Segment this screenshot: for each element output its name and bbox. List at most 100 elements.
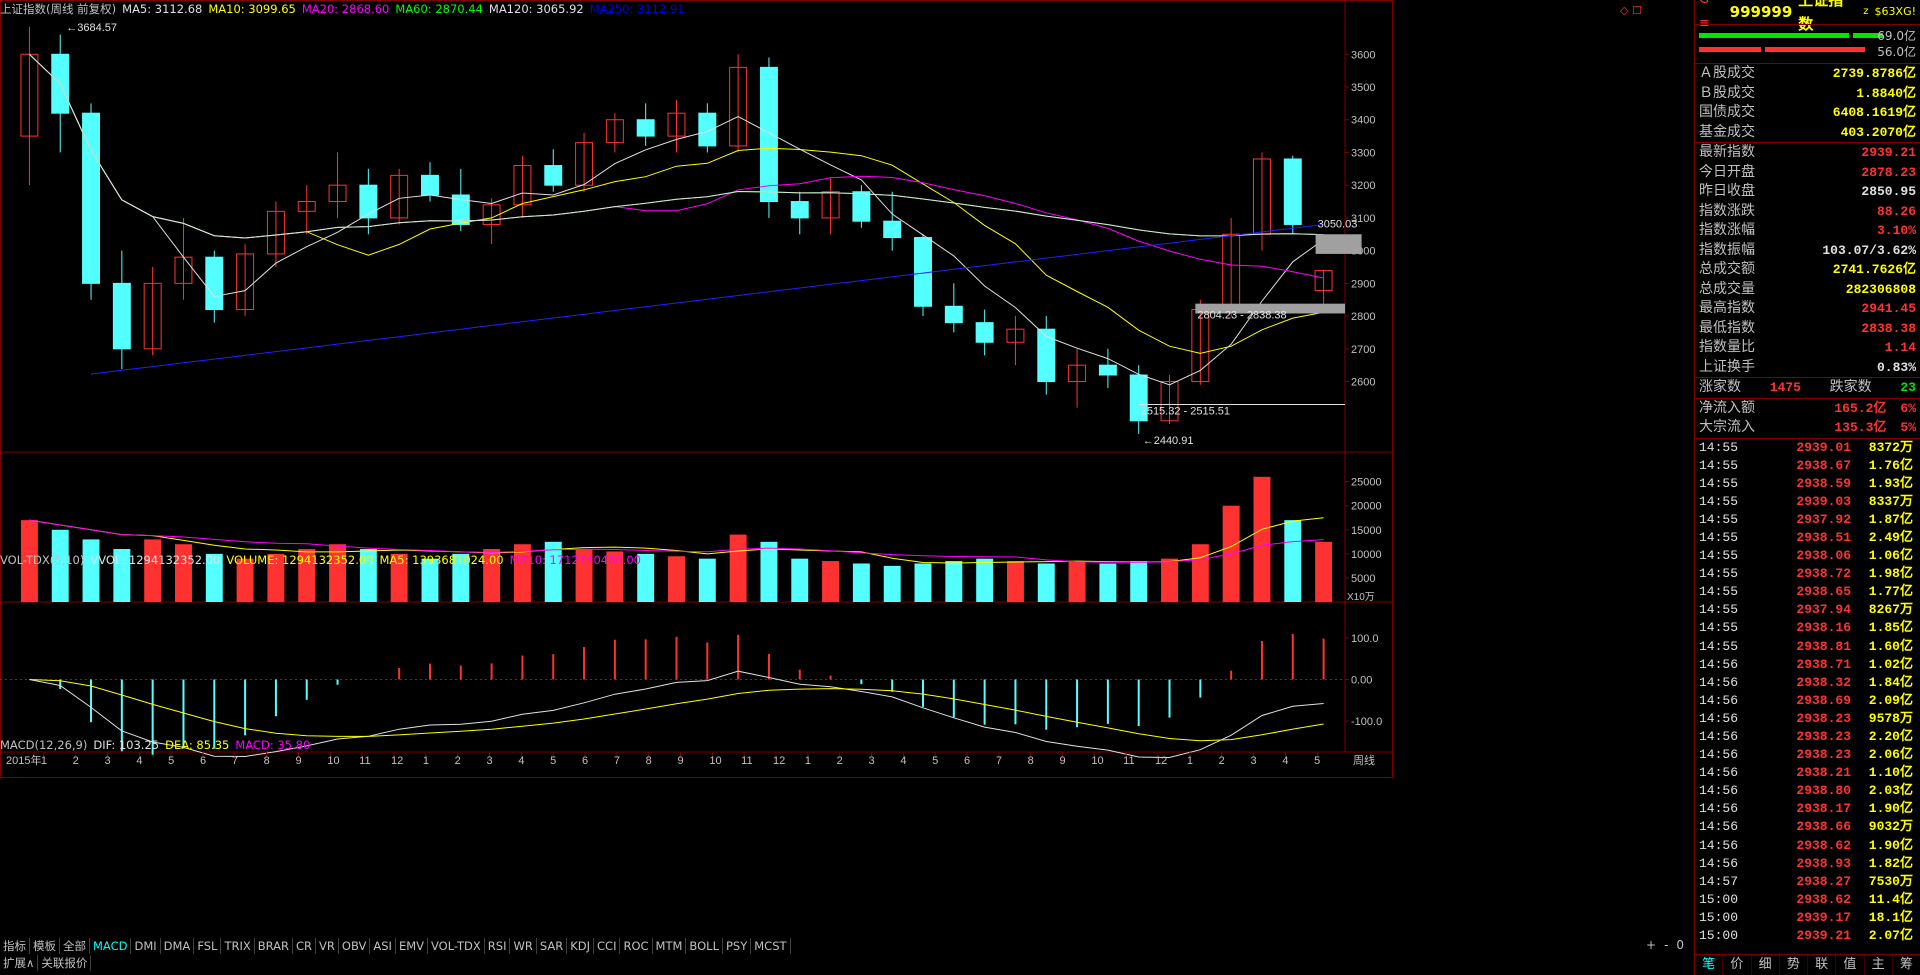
quote-row: 最低指数 2838.38 [1695, 319, 1920, 339]
tick-volume: 2.07亿 [1868, 928, 1913, 944]
indicator-tab-roc[interactable]: ROC [620, 938, 653, 954]
indicator-tab-cci[interactable]: CCI [594, 938, 621, 954]
gap-box-upper [1315, 234, 1362, 254]
tick-volume: 2.03亿 [1868, 783, 1913, 799]
tick-row: 15:00 2939.21 2.07亿 [1695, 927, 1920, 945]
indicator-tab-brar[interactable]: BRAR [255, 938, 294, 954]
tick-row: 14:56 2938.23 9578万 [1695, 710, 1920, 728]
volume-legend: VOL-TDX(5,10) VVOL: 1294132352.00 VOLUME: … [0, 553, 647, 568]
quote-tab-1[interactable]: 价 [1723, 955, 1752, 975]
stock-header[interactable]: G ≡ 999999 上证指数 z $63XG! [1695, 0, 1920, 33]
candle-body [759, 66, 778, 203]
restore-icon[interactable]: ◇ [1620, 4, 1628, 17]
indicator-tab-asi[interactable]: ASI [370, 938, 396, 954]
tick-time: 14:55 [1699, 602, 1739, 618]
candle [821, 178, 840, 235]
tick-volume: 2.49亿 [1868, 529, 1913, 545]
indicator-tab-rsi[interactable]: RSI [485, 938, 511, 954]
indicator-tab-wr[interactable]: WR [510, 938, 537, 954]
indicator-tab-vol-tdx[interactable]: VOL-TDX [428, 938, 485, 954]
indicator-tab-fsl[interactable]: FSL [194, 938, 222, 954]
tick-time: 14:55 [1699, 529, 1739, 545]
tick-time: 14:56 [1699, 819, 1739, 835]
chart-area[interactable]: 3600 3500 3400 3300 3200 3100 3000 2900 2800 2700… [0, 0, 1694, 975]
ratio-bar-bottom-right [1765, 47, 1865, 52]
quote-label: 昨日收盘 [1699, 183, 1755, 199]
chart-frame [0, 0, 1393, 778]
quote-label: 指数涨幅 [1699, 222, 1755, 238]
candle [236, 244, 255, 317]
vol-legend-item: MA10: 1712740480.00 [509, 553, 642, 567]
y-axis-label: 3600 [1351, 49, 1375, 61]
expand-button[interactable]: 扩展∧ [0, 955, 39, 971]
candle [390, 168, 409, 225]
indicator-tab-psy[interactable]: PSY [723, 938, 752, 954]
indicator-tab-obv[interactable]: OBV [339, 938, 371, 954]
quote-tab-6[interactable]: 主 [1865, 955, 1893, 975]
quote-tab-4[interactable]: 联 [1808, 955, 1837, 975]
quote-row: 总成交量 282306808 [1695, 280, 1920, 300]
vol-y-label: 25000 [1351, 477, 1382, 489]
indicator-tab-mtm[interactable]: MTM [653, 938, 687, 954]
tick-row: 14:56 2938.21 1.10亿 [1695, 764, 1920, 782]
tick-row: 14:55 2938.16 1.85亿 [1695, 619, 1920, 637]
x-axis-label: 10 [327, 755, 339, 767]
vol-legend-item: MA5: 1393681024.00 [379, 553, 504, 567]
tab-template[interactable]: 模板 [30, 938, 60, 954]
zoom-reset-button[interactable]: 0 [1676, 938, 1684, 952]
x-axis-label: 4 [900, 755, 906, 767]
y-axis-label: 2800 [1351, 311, 1375, 323]
x-axis-label: 1 [41, 755, 47, 767]
quote-tab-7[interactable]: 筹 [1893, 955, 1920, 975]
indicator-tab-cr[interactable]: CR [293, 938, 317, 954]
indicator-tab-macd[interactable]: MACD [90, 938, 132, 954]
quote-value: 88.26 [1876, 203, 1916, 219]
tab-all[interactable]: 全部 [60, 938, 90, 954]
candle [359, 168, 378, 235]
related-quote-button[interactable]: 关联报价 [38, 955, 92, 971]
period-label[interactable]: 周线 [1353, 753, 1375, 767]
tick-row: 14:56 2938.80 2.03亿 [1695, 782, 1920, 800]
candle [1037, 316, 1056, 395]
tick-row: 14:55 2937.92 1.87亿 [1695, 511, 1920, 529]
quote-tab-5[interactable]: 值 [1836, 955, 1865, 975]
tick-volume: 1.76亿 [1868, 457, 1913, 473]
tab-indicator[interactable]: 指标 [0, 938, 30, 954]
zoom-in-button[interactable]: + [1646, 938, 1656, 952]
candle [112, 250, 131, 370]
ratio-bar-top [1699, 33, 1849, 38]
quote-tab-3[interactable]: 势 [1780, 955, 1808, 975]
x-axis-label: 8 [1028, 755, 1034, 767]
indicator-tab-dmi[interactable]: DMI [131, 938, 161, 954]
candle [174, 217, 193, 300]
tick-time: 14:56 [1699, 674, 1739, 690]
tick-price: 2937.94 [1796, 602, 1851, 618]
quote-tab-0[interactable]: 笔 [1695, 955, 1724, 975]
tick-time: 14:56 [1699, 692, 1739, 708]
tick-time: 15:00 [1699, 891, 1739, 907]
kline-chart[interactable]: 3600350034003300320031003000290028002700… [0, 0, 1694, 975]
close-icon[interactable]: ☐ [1632, 4, 1642, 17]
tick-price: 2938.32 [1796, 674, 1851, 690]
tick-row: 14:55 2939.01 8372万 [1695, 439, 1920, 457]
tick-list[interactable]: 14:55 2939.01 8372万 14:55 2938.67 1.76亿 14:55 2… [1695, 439, 1920, 946]
x-axis-label: 1 [1187, 755, 1193, 767]
indicator-tab-boll[interactable]: BOLL [686, 938, 723, 954]
quote-row: 总成交额 2741.7626亿 [1695, 260, 1920, 280]
tick-row: 15:00 2939.17 18.1亿 [1695, 909, 1920, 927]
zoom-out-button[interactable]: - [1664, 938, 1668, 952]
quote-tab-2[interactable]: 细 [1752, 955, 1780, 975]
indicator-tab-emv[interactable]: EMV [396, 938, 428, 954]
tick-volume: 11.4亿 [1868, 891, 1913, 907]
indicator-tab-vr[interactable]: VR [316, 938, 339, 954]
indicator-tab-kdj[interactable]: KDJ [567, 938, 595, 954]
chart-corner-icons[interactable]: ◇ ☐ [1620, 4, 1642, 17]
indicator-tab-dma[interactable]: DMA [161, 938, 195, 954]
indicator-tab-sar[interactable]: SAR [537, 938, 568, 954]
indicator-tab-mcst[interactable]: MCST [751, 938, 791, 954]
volume-bar [544, 541, 562, 602]
x-axis-label: 4 [1282, 755, 1288, 767]
candle-body [1037, 328, 1056, 383]
tick-price: 2938.23 [1796, 729, 1851, 744]
indicator-tab-trix[interactable]: TRIX [221, 938, 255, 954]
